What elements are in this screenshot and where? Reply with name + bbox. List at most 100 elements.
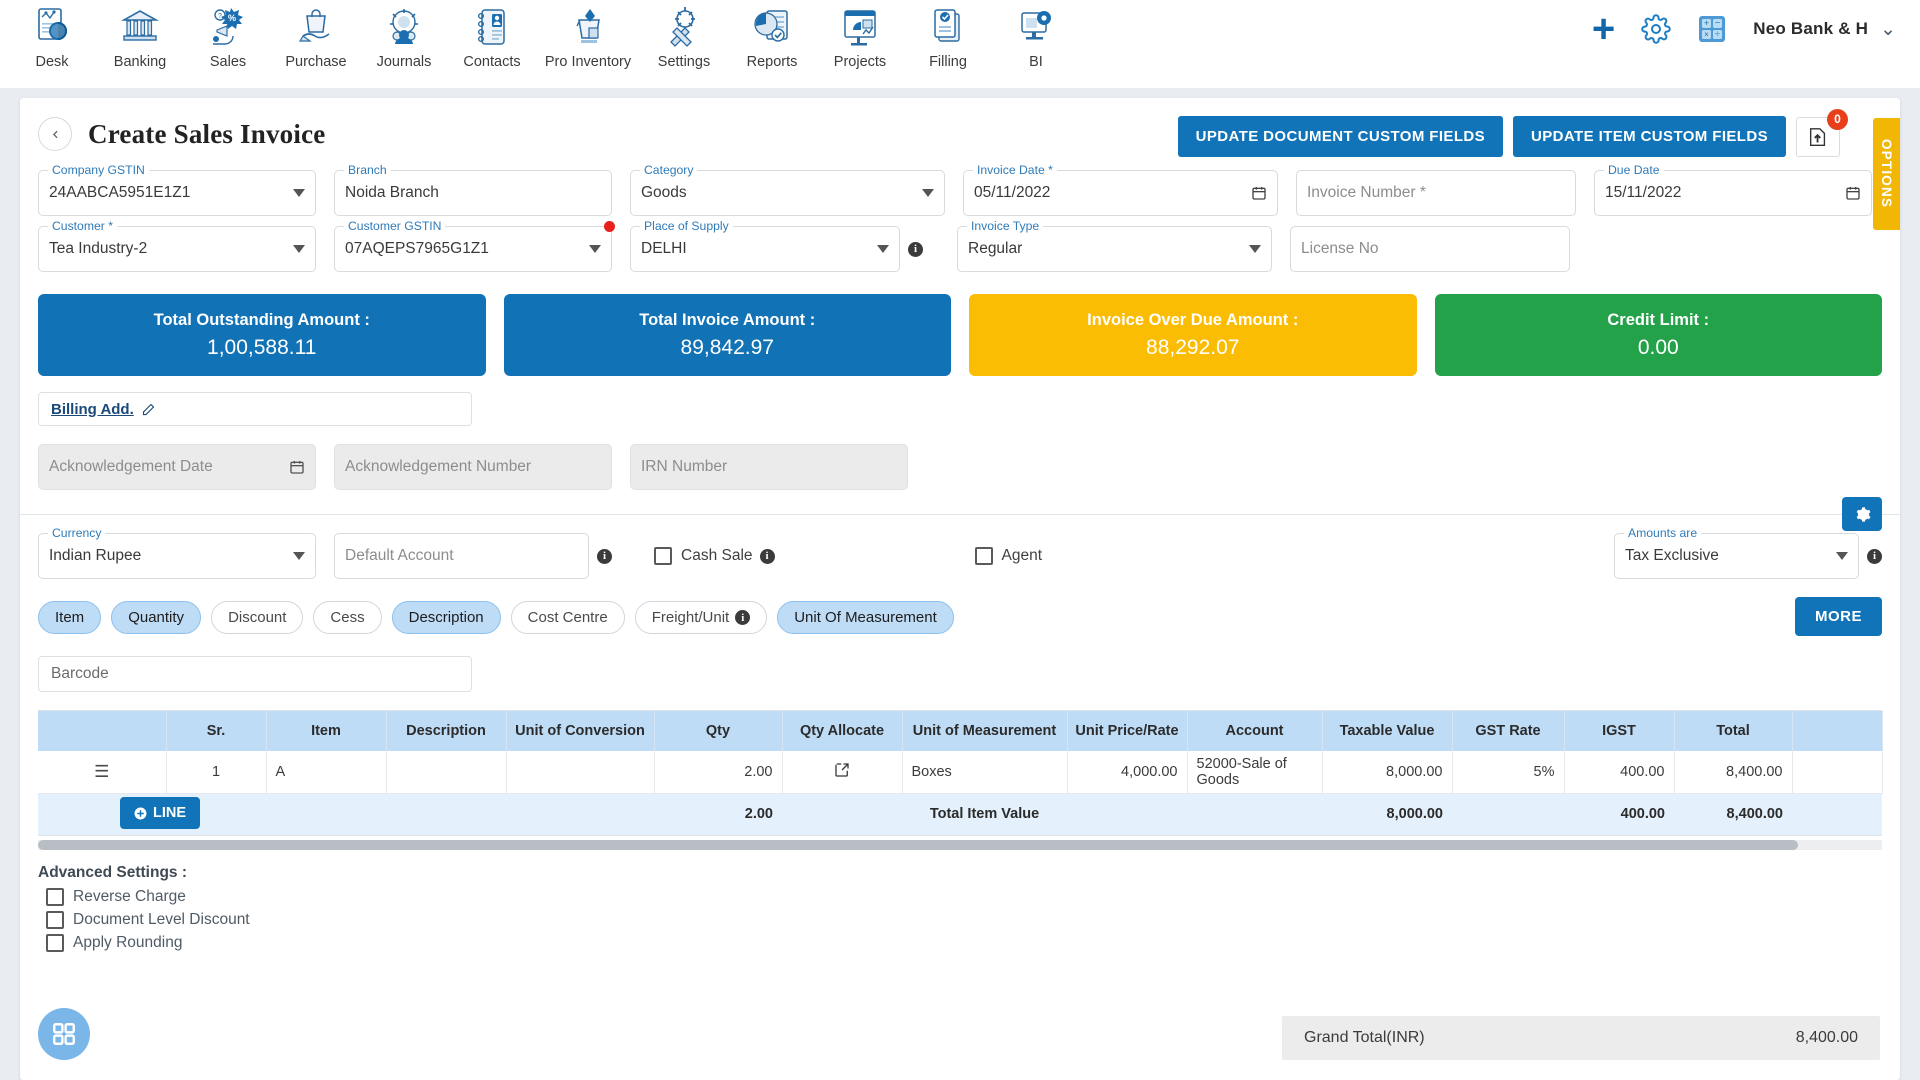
billing-address-box[interactable]: Billing Add.	[38, 392, 472, 426]
place-of-supply-field[interactable]: Place of Supply DELHI	[630, 219, 900, 272]
chevron-down-icon[interactable]	[1836, 552, 1848, 560]
nav-item-settings[interactable]: Settings	[640, 0, 728, 86]
cell-unit-of-measurement[interactable]: Boxes	[902, 751, 1068, 794]
document-level-discount-checkbox[interactable]	[46, 911, 64, 929]
plus-icon[interactable]: +	[1592, 9, 1615, 49]
chip-item[interactable]: Item	[38, 601, 102, 634]
nav-item-banking[interactable]: Banking	[96, 0, 184, 86]
customer-gstin-field[interactable]: Customer GSTIN 07AQEPS7965G1Z1	[334, 219, 615, 272]
cash-sale-checkbox[interactable]	[654, 547, 672, 565]
back-button[interactable]	[38, 117, 72, 151]
due-date-field[interactable]: Due Date 15/11/2022	[1594, 163, 1872, 216]
license-no-field[interactable]: License No	[1290, 226, 1570, 272]
acknowledgement-number-field[interactable]: Acknowledgement Number	[334, 444, 612, 490]
options-tab[interactable]: OPTIONS	[1873, 118, 1900, 230]
amounts-are-field[interactable]: Amounts are Tax Exclusive	[1614, 526, 1859, 579]
barcode-input[interactable]: Barcode	[38, 656, 472, 692]
drag-handle-icon[interactable]: ☰	[94, 762, 109, 781]
chip-cost-centre[interactable]: Cost Centre	[510, 601, 625, 634]
table-row[interactable]: ☰ 1 A 2.00 Boxes 4,000.00 52000-Sale of …	[38, 751, 1883, 794]
calculator-icon[interactable]: + − × ÷	[1697, 14, 1727, 44]
chevron-down-icon[interactable]	[877, 245, 889, 253]
company-gstin-field[interactable]: Company GSTIN 24AABCA5951E1Z1	[38, 163, 316, 216]
nav-item-pro-inventory[interactable]: Pro Inventory	[536, 0, 640, 86]
chevron-down-icon[interactable]: ⌄	[1880, 18, 1896, 41]
external-link-icon[interactable]	[833, 761, 851, 779]
acknowledgement-date-field[interactable]: Acknowledgement Date	[38, 444, 316, 490]
default-account-field[interactable]: Default Account	[334, 533, 589, 579]
place-of-supply-info-icon[interactable]: i	[908, 241, 923, 257]
desk-icon	[38, 8, 67, 40]
cell-item[interactable]: A	[266, 751, 387, 794]
advanced-item-document-level-discount[interactable]: Document Level Discount	[38, 911, 1882, 929]
cash-sale-info-icon[interactable]: i	[759, 548, 775, 564]
advanced-item-apply-rounding[interactable]: Apply Rounding	[38, 934, 1882, 952]
chip-quantity[interactable]: Quantity	[111, 601, 202, 634]
nav-item-bi[interactable]: BI	[992, 0, 1080, 86]
chip-cess[interactable]: Cess	[313, 601, 382, 634]
table-settings-button[interactable]	[1842, 497, 1882, 531]
add-line-button[interactable]: LINE	[120, 797, 201, 829]
chevron-down-icon[interactable]	[293, 189, 305, 197]
default-account-info-icon[interactable]: i	[597, 548, 612, 564]
chip-description[interactable]: Description	[391, 601, 501, 634]
chevron-down-icon[interactable]	[293, 245, 305, 253]
customer-value: Tea Industry-2	[49, 240, 148, 257]
agent-checkbox[interactable]	[974, 547, 993, 565]
cell-qty-allocate[interactable]	[782, 751, 903, 794]
invoice-type-field[interactable]: Invoice Type Regular	[957, 219, 1272, 272]
update-document-custom-fields-button[interactable]: UPDATE DOCUMENT CUSTOM FIELDS	[1177, 116, 1504, 157]
calendar-icon[interactable]	[1845, 185, 1861, 201]
branch-field[interactable]: Branch Noida Branch	[334, 163, 612, 216]
chip-freight-per-unit[interactable]: Freight/Unit i	[634, 601, 768, 634]
more-button[interactable]: MORE	[1795, 597, 1882, 636]
nav-item-journals[interactable]: Journals	[360, 0, 448, 86]
chip-unit-of-measurement[interactable]: Unit Of Measurement	[777, 601, 954, 634]
chip-discount[interactable]: Discount	[211, 601, 304, 634]
cell-gst-rate[interactable]: 5%	[1452, 751, 1565, 794]
freight-info-icon[interactable]: i	[735, 610, 751, 625]
invoice-date-value: 05/11/2022	[974, 184, 1051, 201]
row-drag-handle[interactable]: ☰	[38, 751, 167, 794]
table-horizontal-scrollbar-track[interactable]	[38, 840, 1882, 850]
nav-item-filling[interactable]: Filling	[904, 0, 992, 86]
place-of-supply-label: Place of Supply	[640, 219, 733, 233]
nav-item-reports[interactable]: Reports	[728, 0, 816, 86]
nav-item-sales[interactable]: ? % Sales	[184, 0, 272, 86]
reverse-charge-checkbox[interactable]	[46, 888, 64, 906]
calendar-icon[interactable]	[1251, 185, 1267, 201]
category-field[interactable]: Category Goods	[630, 163, 945, 216]
chevron-down-icon[interactable]	[589, 245, 601, 253]
table-horizontal-scrollbar-thumb[interactable]	[38, 840, 1798, 850]
organization-name[interactable]: Neo Bank & H	[1753, 19, 1868, 39]
apps-grid-button[interactable]	[38, 1008, 90, 1060]
invoice-date-field[interactable]: Invoice Date * 05/11/2022	[963, 163, 1278, 216]
chip-label: Cost Centre	[527, 609, 608, 626]
nav-item-purchase[interactable]: Purchase	[272, 0, 360, 86]
amounts-are-info-icon[interactable]: i	[1867, 548, 1882, 564]
customer-field[interactable]: Customer * Tea Industry-2	[38, 219, 316, 272]
gear-icon[interactable]	[1641, 14, 1671, 44]
nav-item-projects[interactable]: Projects	[816, 0, 904, 86]
nav-item-desk[interactable]: Desk	[8, 0, 96, 86]
nav-item-contacts[interactable]: Contacts	[448, 0, 536, 86]
calendar-icon[interactable]	[289, 459, 305, 475]
chevron-down-icon[interactable]	[293, 552, 305, 560]
advanced-item-reverse-charge[interactable]: Reverse Charge	[38, 888, 1882, 906]
irn-number-field[interactable]: IRN Number	[630, 444, 908, 490]
upload-document-button[interactable]: 0	[1796, 108, 1848, 157]
cell-account[interactable]: 52000-Sale of Goods	[1187, 751, 1323, 794]
cell-unit-of-conversion[interactable]	[506, 751, 655, 794]
currency-field[interactable]: Currency Indian Rupee	[38, 526, 316, 579]
cell-description[interactable]	[386, 751, 507, 794]
edit-icon[interactable]	[141, 402, 156, 417]
invoice-number-field[interactable]: Invoice Number *	[1296, 170, 1576, 216]
cell-qty[interactable]: 2.00	[654, 751, 783, 794]
apply-rounding-checkbox[interactable]	[46, 934, 64, 952]
chevron-down-icon[interactable]	[1249, 245, 1261, 253]
summary-value: 88,292.07	[1146, 335, 1240, 359]
cell-unit-price[interactable]: 4,000.00	[1067, 751, 1188, 794]
billing-address-link[interactable]: Billing Add.	[51, 401, 134, 418]
update-item-custom-fields-button[interactable]: UPDATE ITEM CUSTOM FIELDS	[1513, 116, 1786, 157]
chevron-down-icon[interactable]	[922, 189, 934, 197]
